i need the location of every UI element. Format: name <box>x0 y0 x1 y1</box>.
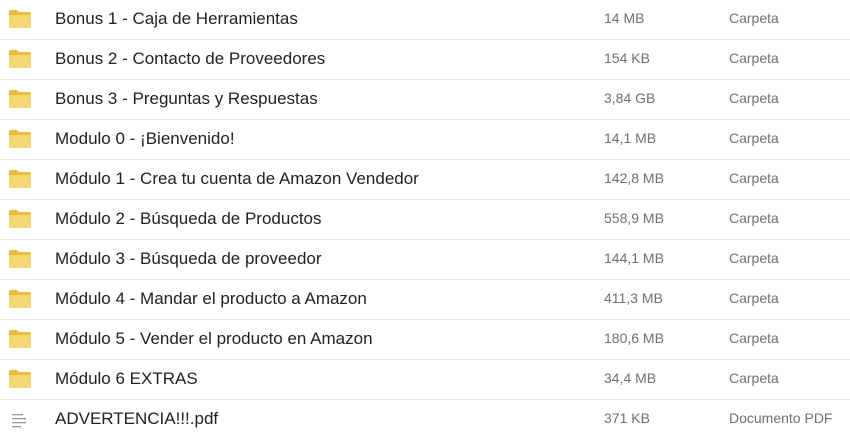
folder-row[interactable]: Módulo 3 - Búsqueda de proveedor 144,1 M… <box>0 240 850 280</box>
folder-row[interactable]: Módulo 6 EXTRAS 34,4 MB Carpeta <box>0 360 850 400</box>
file-name[interactable]: Bonus 1 - Caja de Herramientas <box>55 9 298 29</box>
file-type: Carpeta <box>729 250 779 266</box>
folder-icon <box>8 369 32 389</box>
folder-row[interactable]: Módulo 4 - Mandar el producto a Amazon 4… <box>0 280 850 320</box>
folder-icon <box>8 249 32 269</box>
folder-row[interactable]: Bonus 3 - Preguntas y Respuestas 3,84 GB… <box>0 80 850 120</box>
file-type: Carpeta <box>729 90 779 106</box>
folder-row[interactable]: Módulo 1 - Crea tu cuenta de Amazon Vend… <box>0 160 850 200</box>
file-name[interactable]: Modulo 0 - ¡Bienvenido! <box>55 129 235 149</box>
file-type: Carpeta <box>729 210 779 226</box>
file-size: 144,1 MB <box>604 250 664 266</box>
file-size: 34,4 MB <box>604 370 657 386</box>
folder-icon <box>8 129 32 149</box>
file-list: Bonus 1 - Caja de Herramientas 14 MB Car… <box>0 0 850 440</box>
file-size: 558,9 MB <box>604 210 664 226</box>
file-type: Documento PDF <box>729 410 833 426</box>
folder-icon <box>8 89 32 109</box>
folder-row[interactable]: Módulo 5 - Vender el producto en Amazon … <box>0 320 850 360</box>
file-name[interactable]: Bonus 2 - Contacto de Proveedores <box>55 49 325 69</box>
file-row[interactable]: ADVERTENCIA!!!.pdf 371 KB Documento PDF <box>0 400 850 440</box>
document-icon <box>10 411 28 429</box>
file-name[interactable]: Bonus 3 - Preguntas y Respuestas <box>55 89 318 109</box>
file-size: 3,84 GB <box>604 90 656 106</box>
file-type: Carpeta <box>729 130 779 146</box>
file-name[interactable]: Módulo 5 - Vender el producto en Amazon <box>55 329 373 349</box>
folder-icon <box>8 9 32 29</box>
folder-row[interactable]: Bonus 2 - Contacto de Proveedores 154 KB… <box>0 40 850 80</box>
file-size: 142,8 MB <box>604 170 664 186</box>
file-size: 371 KB <box>604 410 650 426</box>
file-size: 411,3 MB <box>604 290 663 306</box>
file-size: 180,6 MB <box>604 330 664 346</box>
file-size: 154 KB <box>604 50 650 66</box>
file-size: 14 MB <box>604 10 645 26</box>
file-name[interactable]: Módulo 4 - Mandar el producto a Amazon <box>55 289 367 309</box>
folder-row[interactable]: Modulo 0 - ¡Bienvenido! 14,1 MB Carpeta <box>0 120 850 160</box>
folder-row[interactable]: Módulo 2 - Búsqueda de Productos 558,9 M… <box>0 200 850 240</box>
file-type: Carpeta <box>729 170 779 186</box>
folder-icon <box>8 49 32 69</box>
file-type: Carpeta <box>729 370 779 386</box>
file-type: Carpeta <box>729 330 779 346</box>
folder-icon <box>8 169 32 189</box>
folder-icon <box>8 209 32 229</box>
folder-row[interactable]: Bonus 1 - Caja de Herramientas 14 MB Car… <box>0 0 850 40</box>
file-name[interactable]: Módulo 6 EXTRAS <box>55 369 198 389</box>
folder-icon <box>8 289 32 309</box>
file-type: Carpeta <box>729 290 779 306</box>
file-size: 14,1 MB <box>604 130 657 146</box>
file-type: Carpeta <box>729 50 779 66</box>
file-name[interactable]: Módulo 3 - Búsqueda de proveedor <box>55 249 322 269</box>
file-name[interactable]: Módulo 2 - Búsqueda de Productos <box>55 209 322 229</box>
file-name[interactable]: Módulo 1 - Crea tu cuenta de Amazon Vend… <box>55 169 419 189</box>
folder-icon <box>8 329 32 349</box>
file-name[interactable]: ADVERTENCIA!!!.pdf <box>55 409 218 429</box>
file-type: Carpeta <box>729 10 779 26</box>
